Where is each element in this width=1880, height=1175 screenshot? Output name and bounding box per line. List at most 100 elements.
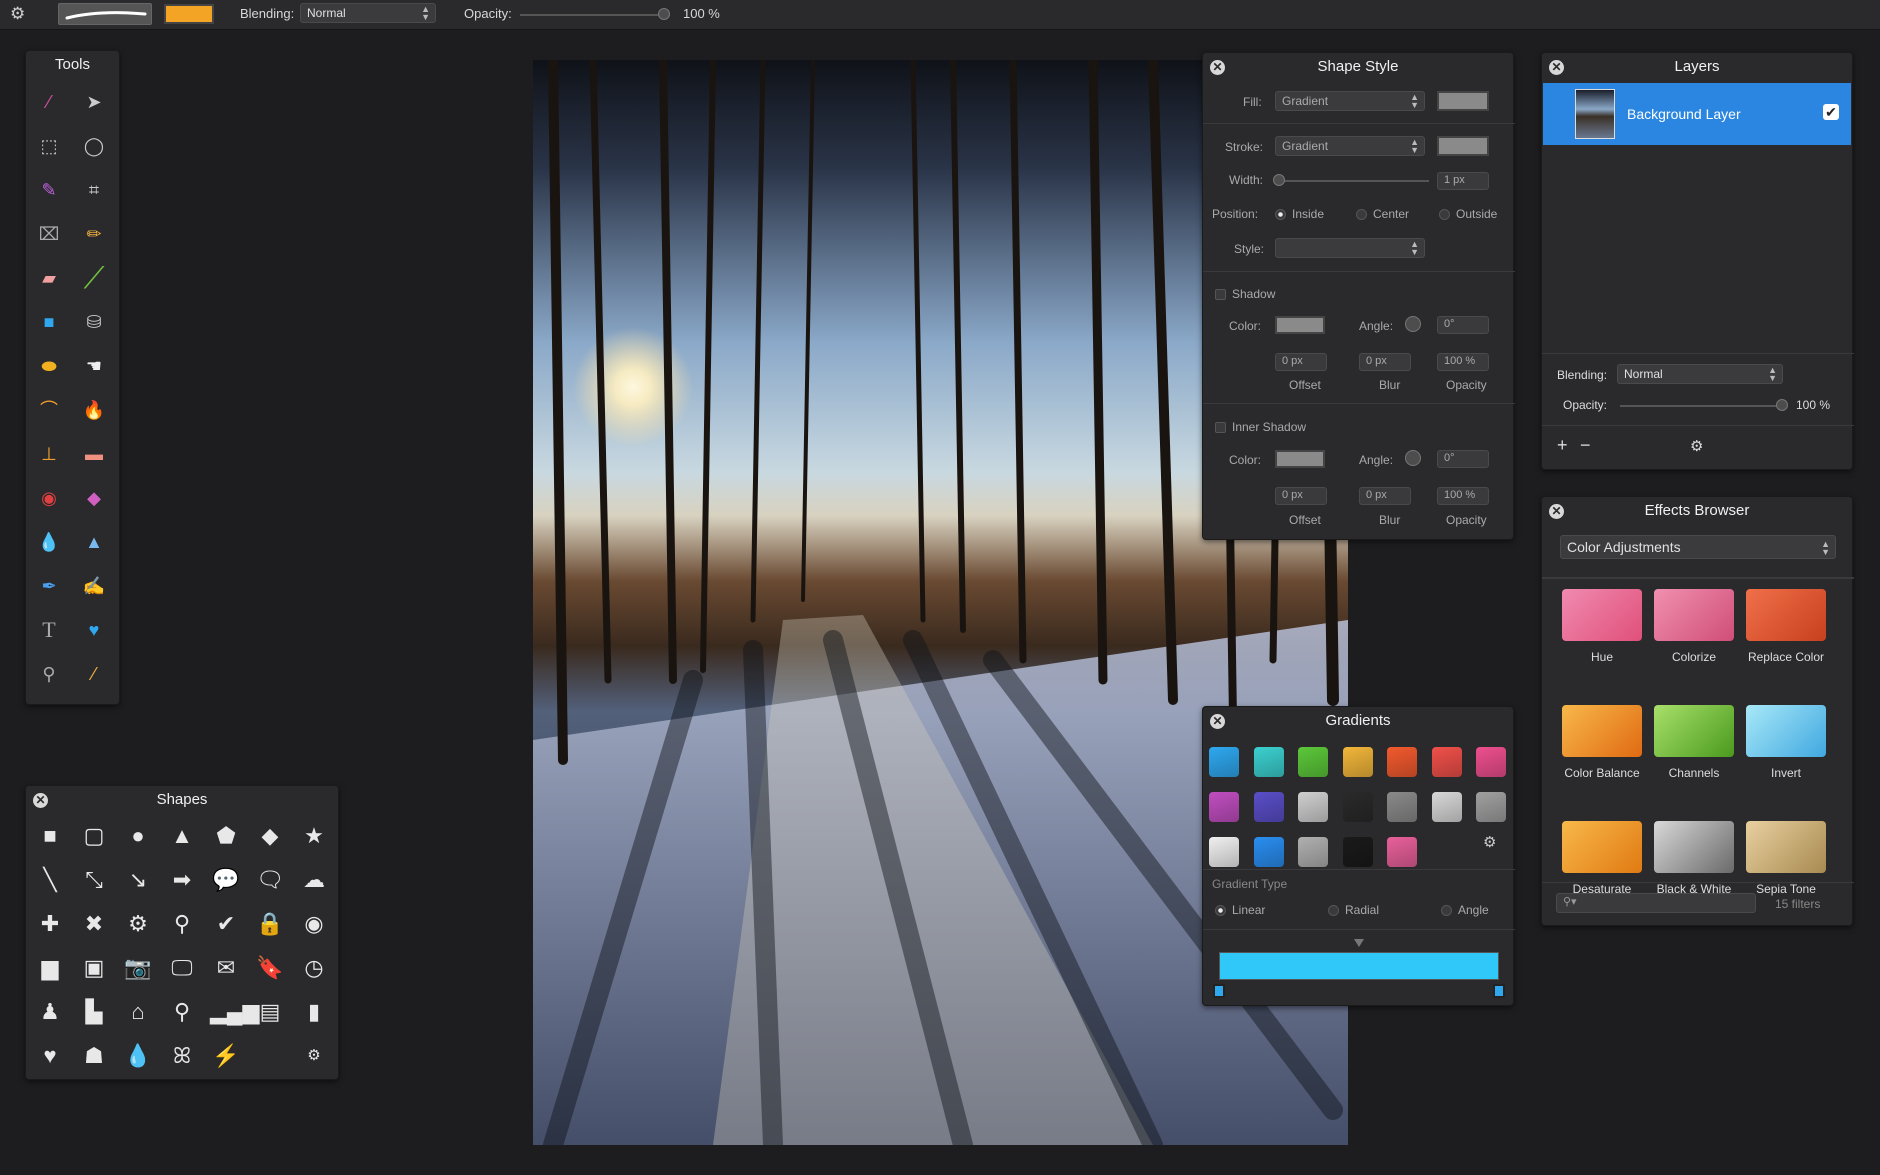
effect-item[interactable]: Desaturate: [1562, 821, 1642, 896]
effect-item[interactable]: Sepia Tone: [1746, 821, 1826, 896]
fill-color-swatch[interactable]: [1437, 91, 1489, 111]
sharpen-icon[interactable]: ▲: [81, 529, 107, 555]
paint-bucket-icon[interactable]: ⛁: [81, 309, 107, 335]
shadow-opacity-field[interactable]: 100 %: [1437, 353, 1489, 371]
camera-shape-icon[interactable]: 📷: [122, 952, 154, 984]
inner-shadow-color-swatch[interactable]: [1275, 450, 1325, 468]
blur-icon[interactable]: 💧: [36, 529, 62, 555]
style-select[interactable]: ▲ ▼: [1275, 238, 1425, 258]
close-icon[interactable]: ✕: [1210, 714, 1225, 729]
shadow-offset-field[interactable]: 0 px: [1275, 353, 1327, 371]
notepad-shape-icon[interactable]: ▤: [254, 996, 286, 1028]
freeform-pen-icon[interactable]: ✍: [81, 573, 107, 599]
remove-layer-button[interactable]: −: [1580, 435, 1591, 456]
star-shape-icon[interactable]: ★: [298, 820, 330, 852]
gear-icon[interactable]: ⚙: [10, 4, 25, 24]
effect-item[interactable]: Replace Color: [1746, 589, 1826, 664]
gradient-swatch[interactable]: [1298, 792, 1328, 822]
layer-opacity-slider-knob[interactable]: [1776, 399, 1788, 411]
gradient-start-stop[interactable]: [1213, 984, 1225, 998]
gradient-swatch[interactable]: [1253, 837, 1284, 867]
gear-shape-icon[interactable]: ⚙: [122, 908, 154, 940]
linear-radio[interactable]: Linear: [1215, 903, 1265, 917]
opacity-slider-knob[interactable]: [658, 8, 670, 20]
cloud-shape-icon[interactable]: ☁: [298, 864, 330, 896]
folder-shape-icon[interactable]: ▆: [34, 952, 66, 984]
effect-item[interactable]: Invert: [1746, 705, 1826, 780]
gradient-swatch[interactable]: [1342, 792, 1373, 822]
effect-item[interactable]: Black & White: [1654, 821, 1734, 896]
heart-shape-icon[interactable]: ♥: [34, 1040, 66, 1072]
position-inside-radio[interactable]: Inside: [1275, 207, 1324, 221]
shadow-angle-field[interactable]: 0°: [1437, 316, 1489, 334]
monitor-shape-icon[interactable]: 🖵: [166, 952, 198, 984]
pin-shape-icon[interactable]: ⚲: [166, 996, 198, 1028]
bookmark-shape-icon[interactable]: 🔖: [254, 952, 286, 984]
line-shape-icon[interactable]: ╲: [34, 864, 66, 896]
pencil-icon[interactable]: ✏: [81, 221, 107, 247]
triangle-shape-icon[interactable]: ▲: [166, 820, 198, 852]
stroke-color-swatch[interactable]: [1437, 136, 1489, 156]
sponge-icon[interactable]: ⌒: [36, 397, 62, 423]
paintbrush-icon[interactable]: ⟋: [74, 259, 114, 299]
inner-shadow-opacity-field[interactable]: 100 %: [1437, 487, 1489, 505]
gradient-swatch[interactable]: [1209, 792, 1239, 822]
shadow-angle-dial[interactable]: [1405, 316, 1421, 332]
eraser-icon[interactable]: ▰: [36, 265, 62, 291]
eyedropper-icon[interactable]: ⁄: [81, 661, 107, 687]
heart-shape-icon[interactable]: ♥: [81, 617, 107, 643]
gear-menu-icon[interactable]: ⚙: [1483, 833, 1496, 851]
rounded-square-shape-icon[interactable]: ▢: [78, 820, 110, 852]
magnifier-shape-icon[interactable]: ⚲: [166, 908, 198, 940]
clone-stamp-icon[interactable]: ⊥: [36, 441, 62, 467]
person-shape-icon[interactable]: ♟: [34, 996, 66, 1028]
ellipse-select-icon[interactable]: ◯: [81, 133, 107, 159]
effects-search-input[interactable]: ⚲▾: [1556, 893, 1756, 913]
checkmark-shape-icon[interactable]: ✔: [210, 908, 242, 940]
house-shape-icon[interactable]: ⌂: [122, 996, 154, 1028]
layer-row-background[interactable]: Background Layer ✔: [1543, 83, 1851, 145]
bandage-icon[interactable]: ▬: [81, 441, 107, 467]
blending-select[interactable]: Normal ▲ ▼: [300, 3, 436, 23]
crop-icon[interactable]: ⌧: [36, 221, 62, 247]
eye-shape-icon[interactable]: ◉: [298, 908, 330, 940]
effect-item[interactable]: Colorize: [1654, 589, 1734, 664]
clock-shape-icon[interactable]: ◷: [298, 952, 330, 984]
gradient-swatch[interactable]: [1253, 747, 1284, 777]
magic-wand-icon[interactable]: ⁄: [36, 89, 62, 115]
gradient-swatch[interactable]: [1476, 792, 1506, 822]
gradient-swatch[interactable]: [1342, 837, 1373, 867]
gradient-swatch[interactable]: [1476, 747, 1506, 777]
zoom-icon[interactable]: ⚲: [36, 661, 62, 687]
arrow-shape-icon[interactable]: ➡: [166, 864, 198, 896]
inner-shadow-blur-field[interactable]: 0 px: [1359, 487, 1411, 505]
inner-shadow-angle-field[interactable]: 0°: [1437, 450, 1489, 468]
quick-select-icon[interactable]: ✎: [36, 177, 62, 203]
gradient-midpoint-handle[interactable]: [1354, 939, 1364, 947]
document-shape-icon[interactable]: ▮: [298, 996, 330, 1028]
pentagon-shape-icon[interactable]: ⬟: [210, 820, 242, 852]
ghost-shape-icon[interactable]: ☗: [78, 1040, 110, 1072]
close-icon[interactable]: ✕: [1549, 60, 1564, 75]
gradient-bar[interactable]: [1219, 952, 1499, 980]
smudge-icon[interactable]: ☚: [81, 353, 107, 379]
angle-radio[interactable]: Angle: [1441, 903, 1489, 917]
rectangle-shape-icon[interactable]: ■: [36, 309, 62, 335]
gradient-swatch[interactable]: [1209, 747, 1239, 777]
speech-bubble-shape-icon[interactable]: 💬: [210, 864, 242, 896]
lightning-shape-icon[interactable]: ⚡: [210, 1040, 242, 1072]
burn-icon[interactable]: 🔥: [81, 397, 107, 423]
arrow-line-shape-icon[interactable]: ↘: [122, 864, 154, 896]
gradient-swatch[interactable]: [1298, 747, 1328, 777]
width-field[interactable]: 1 px: [1437, 172, 1489, 190]
effect-item[interactable]: Hue: [1562, 589, 1642, 664]
layer-visibility-checkbox[interactable]: ✔: [1823, 104, 1839, 120]
image-shape-icon[interactable]: ▣: [78, 952, 110, 984]
gradient-swatch[interactable]: [1253, 792, 1284, 822]
square-shape-icon[interactable]: ■: [34, 820, 66, 852]
lasso-icon[interactable]: ⌗: [81, 177, 107, 203]
gradient-swatch[interactable]: [1387, 747, 1417, 777]
position-outside-radio[interactable]: Outside: [1439, 207, 1497, 221]
diamond-shape-icon[interactable]: ◆: [254, 820, 286, 852]
plus-shape-icon[interactable]: ✚: [34, 908, 66, 940]
